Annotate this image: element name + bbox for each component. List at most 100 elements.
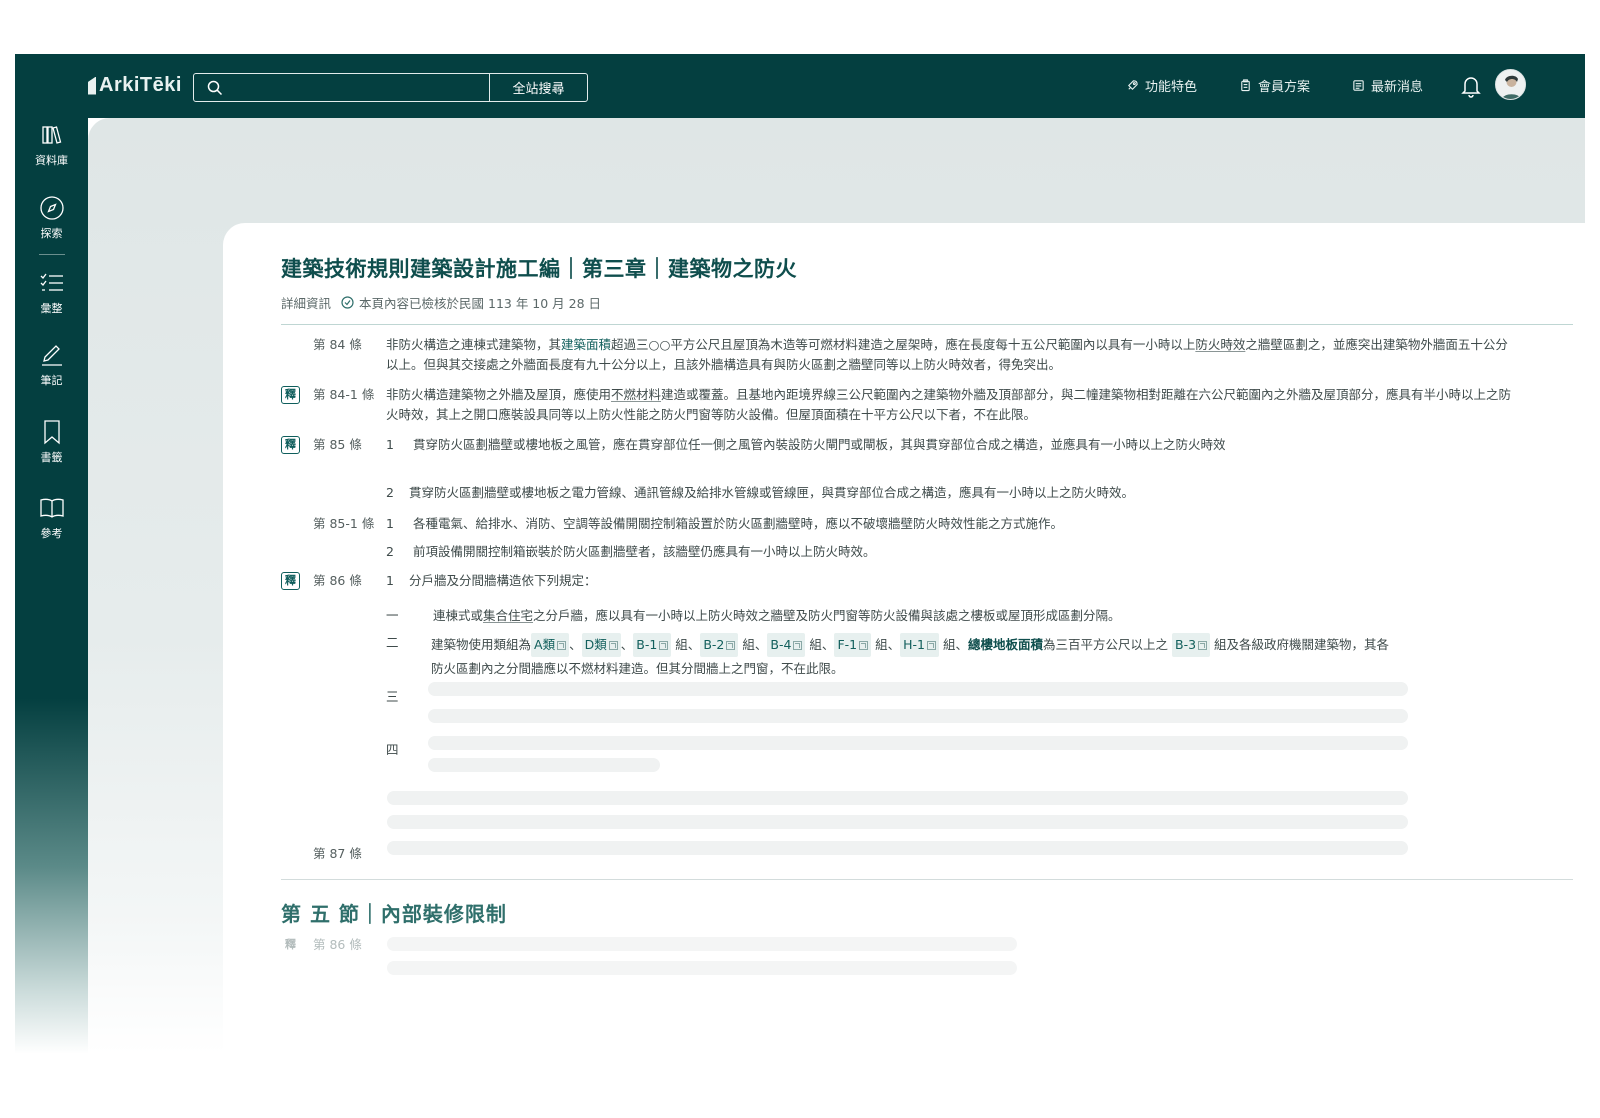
document-card: 建築技術規則建築設計施工編｜第三章｜建築物之防火 詳細資訊 本頁內容已檢核於民國… xyxy=(223,223,1600,1118)
section-divider xyxy=(281,879,1573,880)
tag-label: B-3 xyxy=(1175,637,1197,652)
text-segment: 組 xyxy=(809,637,822,652)
tag-label: H-1 xyxy=(903,637,925,652)
article-number: 第 86 條 xyxy=(313,937,362,952)
occupancy-tag-b2[interactable]: B-2 xyxy=(700,633,739,657)
paragraph-text: 各種電氣、給排水、消防、空調等設備開關控制箱設置於防火區劃牆壁時，應以不破壞牆壁… xyxy=(413,516,1064,531)
term-link-noncombustible[interactable]: 不燃材料 xyxy=(611,387,661,402)
site-search-button[interactable]: 全站搜尋 xyxy=(489,74,587,101)
separator: 、 xyxy=(687,637,701,652)
item-number: 二 xyxy=(386,635,399,650)
interpretation-badge[interactable]: 釋 xyxy=(281,386,300,404)
compass-icon xyxy=(39,196,64,220)
paragraph-number: 2 xyxy=(386,485,394,500)
term-link-building-area[interactable]: 建築面積 xyxy=(561,337,611,352)
nav-news[interactable]: 最新消息 xyxy=(1352,76,1423,95)
sidebar-label-explore: 探索 xyxy=(40,227,63,240)
loading-placeholder xyxy=(428,709,1408,723)
search-icon xyxy=(207,80,223,96)
interpretation-badge[interactable]: 釋 xyxy=(281,572,300,590)
occupancy-tag-b3[interactable]: B-3 xyxy=(1172,633,1211,657)
loading-placeholder xyxy=(387,791,1408,805)
logo[interactable]: ArkiTēki xyxy=(88,74,182,97)
content-area: 建築技術規則建築設計施工編｜第三章｜建築物之防火 詳細資訊 本頁內容已檢核於民國… xyxy=(88,118,1600,1118)
term-link-total-floor-area[interactable]: 總樓地板面積 xyxy=(968,637,1043,652)
title-divider xyxy=(281,324,1573,325)
nav-features[interactable]: 功能特色 xyxy=(1126,76,1197,95)
external-link-icon xyxy=(793,640,803,650)
occupancy-tag-b1[interactable]: B-1 xyxy=(633,633,672,657)
details-link[interactable]: 詳細資訊 xyxy=(281,293,331,312)
item-number: 四 xyxy=(386,742,399,757)
sidebar-item-explore[interactable]: 探索 xyxy=(15,195,88,241)
checklist-icon xyxy=(40,273,63,291)
text-segment: 超過三○○平方公尺且屋頂為木造等可燃材料建造之屋架時，應在長度每十五公尺範圍內以… xyxy=(611,337,1196,352)
text-segment: 為三百平方公尺以上之 xyxy=(1043,637,1169,652)
separator: 、 xyxy=(569,637,582,652)
sidebar-item-notes[interactable]: 筆記 xyxy=(15,342,88,388)
article-text: 非防火構造建築物之外牆及屋頂，應使用不燃材料建造或覆蓋。且基地內距境界線三公尺範… xyxy=(386,385,1516,425)
top-nav: 功能特色 會員方案 最新消息 xyxy=(1126,76,1423,95)
term-link-collective-housing[interactable]: 集合住宅 xyxy=(483,608,533,623)
item-number: 一 xyxy=(386,608,399,623)
external-link-icon xyxy=(1198,640,1208,650)
occupancy-tag-f1[interactable]: F-1 xyxy=(834,633,872,657)
open-book-icon xyxy=(39,498,64,518)
loading-placeholder xyxy=(428,682,1408,696)
interpretation-badge[interactable]: 釋 xyxy=(281,936,300,954)
occupancy-tag-a[interactable]: A類 xyxy=(531,633,570,657)
loading-placeholder xyxy=(387,815,1408,829)
bell-icon[interactable] xyxy=(1460,74,1482,98)
tag-label: B-4 xyxy=(770,637,792,652)
top-bar: ArkiTēki 全站搜尋 功能特色 會員方案 最新消息 xyxy=(15,54,1585,118)
article-text: 非防火構造之連棟式建築物，其建築面積超過三○○平方公尺且屋頂為木造等可燃材料建造… xyxy=(386,335,1516,375)
article-number: 第 85-1 條 xyxy=(313,516,375,531)
sidebar-item-bookmarks[interactable]: 書籤 xyxy=(15,419,88,465)
occupancy-tag-h1[interactable]: H-1 xyxy=(900,633,939,657)
avatar[interactable] xyxy=(1495,69,1526,100)
tag-label: B-1 xyxy=(636,637,658,652)
external-link-icon xyxy=(859,640,869,650)
sidebar-item-collection[interactable]: 彙整 xyxy=(15,270,88,316)
item-text: 連棟式或集合住宅之分戶牆，應以具有一小時以上防火時效之牆壁及防火門窗等防火設備與… xyxy=(433,606,1433,626)
interpretation-badge[interactable]: 釋 xyxy=(281,436,300,454)
paragraph-number: 1 xyxy=(386,573,394,588)
sidebar-item-library[interactable]: 資料庫 xyxy=(15,122,88,168)
tag-label: F-1 xyxy=(837,637,858,652)
occupancy-tag-d[interactable]: D類 xyxy=(581,633,621,657)
item-number: 三 xyxy=(386,689,399,704)
search-bar: 全站搜尋 xyxy=(193,73,588,102)
paragraph-text: 前項設備開關控制箱嵌裝於防火區劃牆壁者，該牆壁仍應具有一小時以上防火時效。 xyxy=(413,544,876,559)
sidebar-divider xyxy=(39,254,65,255)
sidebar-label-collection: 彙整 xyxy=(40,302,63,315)
search-input[interactable] xyxy=(194,74,489,101)
nav-membership[interactable]: 會員方案 xyxy=(1239,76,1310,95)
clipboard-icon xyxy=(1241,79,1250,92)
nav-membership-label: 會員方案 xyxy=(1257,80,1310,95)
paragraph-text: 貫穿防火區劃牆壁或樓地板之電力管線、通訊管線及給排水管線或管線匣，與貫穿部位合成… xyxy=(409,485,1135,500)
newspaper-icon xyxy=(1353,80,1364,91)
occupancy-tag-b4[interactable]: B-4 xyxy=(767,633,806,657)
term-link-fire-resistance[interactable]: 防火時效 xyxy=(1195,337,1245,352)
paragraph-number: 1 xyxy=(386,516,394,531)
sidebar-label-library: 資料庫 xyxy=(35,154,68,167)
tag-label: A類 xyxy=(534,637,556,652)
separator: 、 xyxy=(955,637,968,652)
loading-placeholder xyxy=(428,758,660,772)
external-link-icon xyxy=(557,640,567,650)
app-window: ArkiTēki 全站搜尋 功能特色 會員方案 最新消息 資料庫 探索 彙整 筆… xyxy=(15,54,1600,1118)
loading-placeholder xyxy=(387,937,1017,951)
article-number: 第 87 條 xyxy=(313,846,362,861)
sidebar-label-notes: 筆記 xyxy=(40,374,63,387)
rocket-icon xyxy=(1127,80,1138,91)
external-link-icon xyxy=(726,640,736,650)
sidebar-label-reference: 參考 xyxy=(40,527,63,540)
article-number: 第 84-1 條 xyxy=(313,387,375,402)
bookmark-icon xyxy=(43,420,60,445)
page-subinfo: 詳細資訊 本頁內容已檢核於民國 113 年 10 月 28 日 xyxy=(281,293,601,312)
article-number: 第 85 條 xyxy=(313,437,362,452)
text-segment: 連棟式或 xyxy=(433,608,484,623)
separator: 、 xyxy=(620,637,634,652)
text-segment: 組 xyxy=(942,637,956,652)
sidebar-item-reference[interactable]: 參考 xyxy=(15,495,88,541)
